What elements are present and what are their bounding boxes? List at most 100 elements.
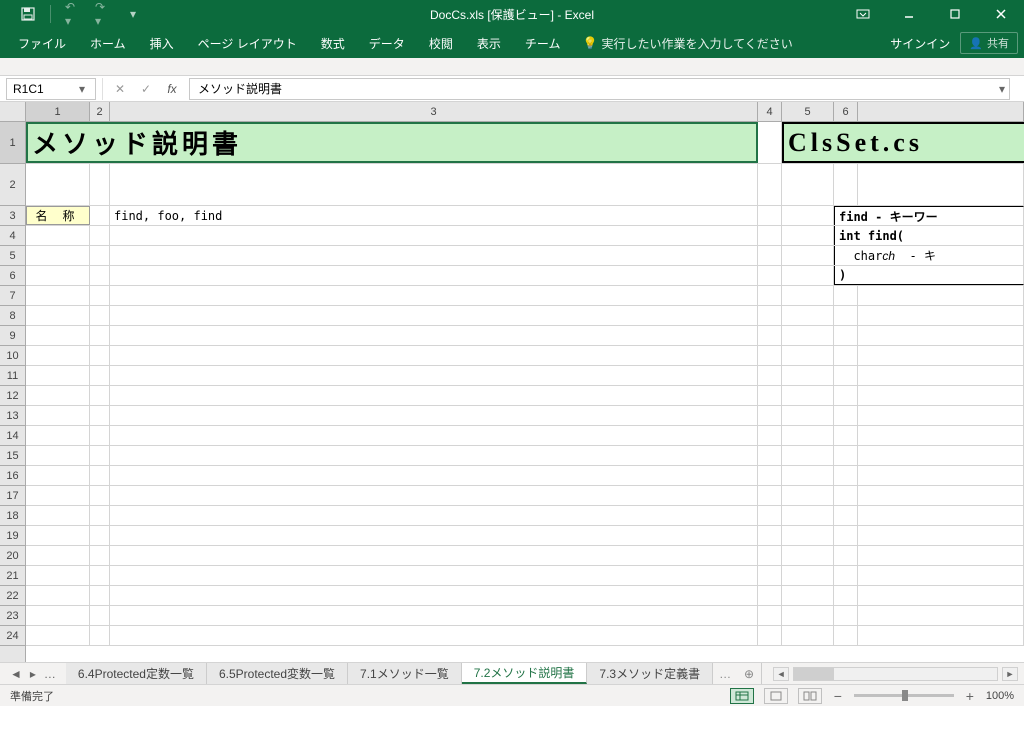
cell[interactable] bbox=[26, 546, 90, 565]
row-header[interactable]: 19 bbox=[0, 526, 25, 546]
cell[interactable] bbox=[26, 506, 90, 525]
cell[interactable] bbox=[90, 566, 110, 585]
cell[interactable] bbox=[758, 286, 782, 305]
tell-me-search[interactable]: 💡 実行したい作業を入力してください bbox=[582, 35, 792, 52]
row-header[interactable]: 7 bbox=[0, 286, 25, 306]
cell[interactable] bbox=[26, 466, 90, 485]
cell[interactable] bbox=[758, 406, 782, 425]
cell[interactable] bbox=[834, 426, 858, 445]
hscroll-thumb[interactable] bbox=[794, 668, 834, 680]
row-header[interactable]: 5 bbox=[0, 246, 25, 266]
chevron-down-icon[interactable]: ▾ bbox=[75, 82, 89, 96]
row-header[interactable]: 18 bbox=[0, 506, 25, 526]
expand-formula-icon[interactable]: ▾ bbox=[995, 79, 1009, 99]
cell[interactable] bbox=[782, 446, 834, 465]
tab-data[interactable]: データ bbox=[357, 28, 417, 58]
zoom-out-button[interactable]: − bbox=[832, 688, 844, 704]
zoom-in-button[interactable]: + bbox=[964, 688, 976, 704]
cell[interactable] bbox=[758, 486, 782, 505]
cell[interactable] bbox=[858, 546, 1024, 565]
row-header[interactable]: 24 bbox=[0, 626, 25, 646]
cell[interactable] bbox=[90, 386, 110, 405]
cell[interactable] bbox=[834, 366, 858, 385]
select-all-corner[interactable] bbox=[0, 102, 25, 122]
row-header[interactable]: 1 bbox=[0, 122, 25, 164]
cell[interactable] bbox=[90, 506, 110, 525]
cell[interactable] bbox=[858, 346, 1024, 365]
row-header[interactable]: 8 bbox=[0, 306, 25, 326]
cell[interactable] bbox=[26, 164, 90, 205]
zoom-thumb[interactable] bbox=[902, 690, 908, 701]
cell[interactable] bbox=[834, 486, 858, 505]
cell[interactable] bbox=[26, 326, 90, 345]
cell[interactable] bbox=[110, 306, 758, 325]
cell[interactable] bbox=[90, 346, 110, 365]
cell[interactable] bbox=[758, 346, 782, 365]
cell[interactable] bbox=[858, 426, 1024, 445]
row-header[interactable]: 4 bbox=[0, 226, 25, 246]
qat-customize-icon[interactable]: ▾ bbox=[125, 6, 141, 22]
cell[interactable] bbox=[834, 526, 858, 545]
cell[interactable] bbox=[758, 122, 782, 163]
cell[interactable] bbox=[758, 526, 782, 545]
cell[interactable] bbox=[858, 566, 1024, 585]
cell[interactable] bbox=[758, 386, 782, 405]
row-header[interactable]: 20 bbox=[0, 546, 25, 566]
cell[interactable] bbox=[858, 326, 1024, 345]
name-label-cell[interactable]: 名 称 bbox=[26, 206, 90, 225]
cell[interactable] bbox=[834, 346, 858, 365]
cell[interactable] bbox=[782, 226, 834, 245]
zoom-value[interactable]: 100% bbox=[986, 690, 1014, 702]
minimize-button[interactable] bbox=[886, 0, 932, 28]
col-header[interactable]: 3 bbox=[110, 102, 758, 121]
cell[interactable] bbox=[110, 266, 758, 285]
share-button[interactable]: 👤 共有 bbox=[960, 32, 1018, 54]
col-header[interactable]: 5 bbox=[782, 102, 834, 121]
cancel-formula-icon[interactable]: ✕ bbox=[111, 82, 129, 96]
cell[interactable] bbox=[758, 266, 782, 285]
cell[interactable] bbox=[858, 466, 1024, 485]
sheet-tab[interactable]: 6.5Protected変数一覧 bbox=[207, 663, 348, 684]
cell[interactable] bbox=[834, 446, 858, 465]
cell[interactable] bbox=[782, 526, 834, 545]
cell[interactable] bbox=[758, 566, 782, 585]
row-header[interactable]: 16 bbox=[0, 466, 25, 486]
cell[interactable] bbox=[834, 466, 858, 485]
cell[interactable] bbox=[834, 306, 858, 325]
view-normal-icon[interactable] bbox=[730, 688, 754, 704]
cell[interactable] bbox=[26, 246, 90, 265]
cell[interactable] bbox=[90, 206, 110, 225]
cell[interactable] bbox=[834, 406, 858, 425]
cell[interactable] bbox=[834, 386, 858, 405]
cell[interactable] bbox=[758, 246, 782, 265]
close-button[interactable] bbox=[978, 0, 1024, 28]
tab-nav-more-icon[interactable]: … bbox=[44, 667, 56, 681]
cell[interactable] bbox=[110, 626, 758, 645]
cell[interactable] bbox=[782, 626, 834, 645]
tab-view[interactable]: 表示 bbox=[465, 28, 513, 58]
cell[interactable] bbox=[758, 506, 782, 525]
fx-icon[interactable]: fx bbox=[163, 82, 181, 96]
cell[interactable] bbox=[110, 526, 758, 545]
view-page-layout-icon[interactable] bbox=[764, 688, 788, 704]
cell[interactable] bbox=[110, 226, 758, 245]
filename-cell[interactable]: ClsSet.cs bbox=[782, 122, 1024, 163]
cell[interactable] bbox=[782, 346, 834, 365]
sheet-tab[interactable]: 7.1メソッド一覧 bbox=[348, 663, 462, 684]
cell[interactable] bbox=[110, 506, 758, 525]
cell[interactable] bbox=[26, 226, 90, 245]
cell[interactable] bbox=[858, 506, 1024, 525]
cell[interactable] bbox=[758, 164, 782, 205]
hscroll-right-icon[interactable]: ► bbox=[1002, 667, 1018, 681]
col-header[interactable]: 1 bbox=[26, 102, 90, 121]
cell[interactable] bbox=[26, 426, 90, 445]
zoom-slider[interactable] bbox=[854, 694, 954, 697]
hscroll-track[interactable] bbox=[793, 667, 998, 681]
cell[interactable] bbox=[782, 546, 834, 565]
cell[interactable] bbox=[758, 206, 782, 225]
cell[interactable] bbox=[110, 586, 758, 605]
cell[interactable] bbox=[90, 486, 110, 505]
cell[interactable] bbox=[782, 164, 834, 205]
cell[interactable] bbox=[26, 346, 90, 365]
cell[interactable] bbox=[758, 446, 782, 465]
